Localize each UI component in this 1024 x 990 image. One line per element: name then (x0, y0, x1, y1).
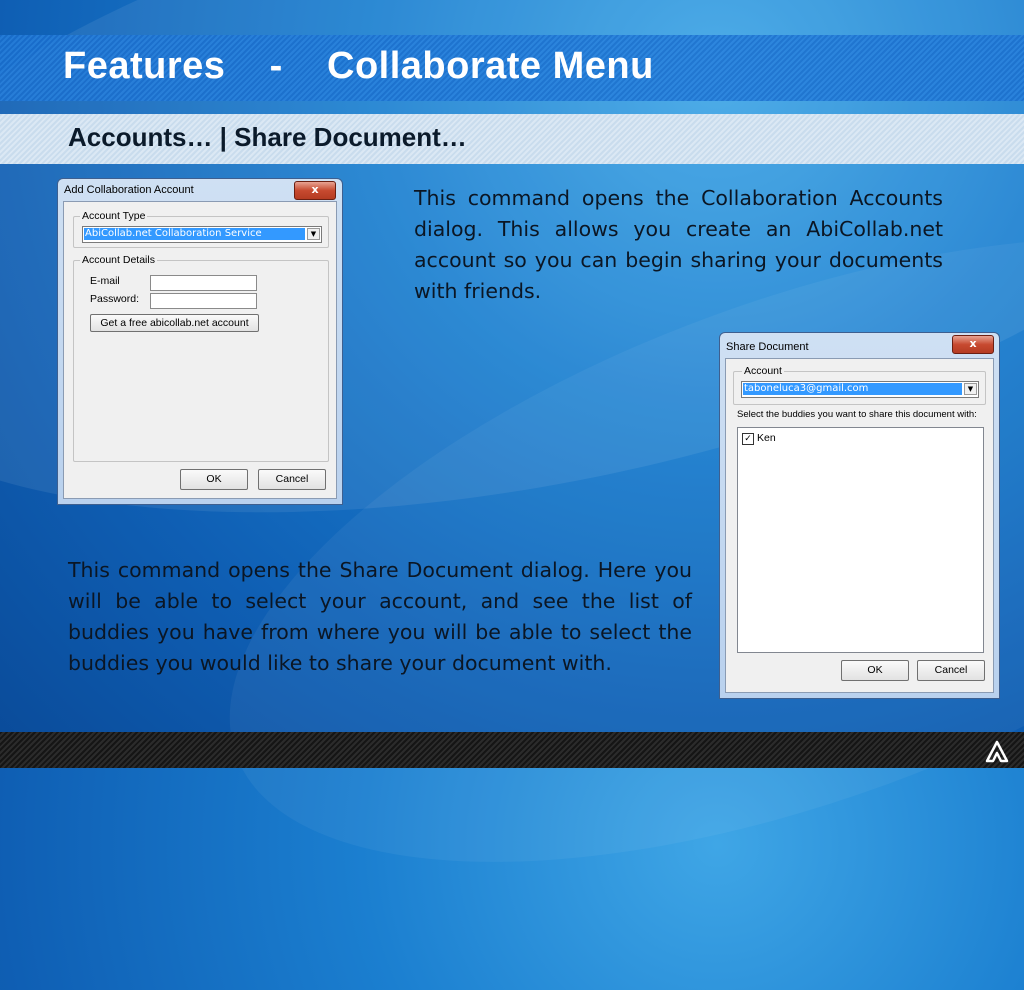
list-item[interactable]: ✓ Ken (742, 432, 842, 445)
accounts-description: This command opens the Collaboration Acc… (414, 186, 943, 303)
buddy-checkbox[interactable]: ✓ (742, 433, 754, 445)
account-details-label: Account Details (80, 254, 157, 266)
close-icon[interactable]: x (952, 335, 994, 354)
account-type-label: Account Type (80, 210, 148, 222)
account-type-select[interactable]: AbiCollab.net Collaboration Service ▼ (82, 226, 322, 243)
account-select[interactable]: taboneluca3@gmail.com ▼ (741, 381, 979, 398)
share-description: This command opens the Share Document di… (68, 558, 692, 675)
dialog-body: Account taboneluca3@gmail.com ▼ Select t… (725, 358, 994, 693)
get-free-account-button[interactable]: Get a free abicollab.net account (90, 314, 259, 332)
cancel-button[interactable]: Cancel (258, 469, 326, 490)
password-field[interactable] (150, 293, 257, 309)
slide-subtitle: Accounts… | Share Document… (68, 122, 467, 152)
buddies-prompt: Select the buddies you want to share thi… (737, 409, 977, 420)
cancel-button[interactable]: Cancel (917, 660, 985, 681)
close-icon[interactable]: x (294, 181, 336, 200)
ok-button[interactable]: OK (180, 469, 248, 490)
email-label: E-mail (90, 275, 120, 287)
chevron-down-icon[interactable]: ▼ (964, 383, 977, 395)
account-value: taboneluca3@gmail.com (743, 383, 962, 395)
footer-band (0, 732, 1024, 768)
account-type-value: AbiCollab.net Collaboration Service (84, 228, 305, 240)
add-collaboration-account-dialog: Add Collaboration Account x Account Type… (57, 178, 343, 505)
share-document-dialog: Share Document x Account taboneluca3@gma… (719, 332, 1000, 699)
app-logo-icon (985, 740, 1009, 763)
slide-title: Features - Collaborate Menu (63, 45, 654, 87)
buddies-list[interactable]: ✓ Ken (737, 427, 984, 653)
chevron-down-icon[interactable]: ▼ (307, 228, 320, 240)
dialog-title: Share Document (726, 341, 809, 353)
ok-button[interactable]: OK (841, 660, 909, 681)
dialog-body: Account Type AbiCollab.net Collaboration… (63, 201, 337, 499)
buddy-name: Ken (757, 432, 776, 444)
password-label: Password: (90, 293, 140, 305)
dialog-title: Add Collaboration Account (64, 184, 194, 196)
account-label: Account (742, 365, 784, 377)
email-field[interactable] (150, 275, 257, 291)
